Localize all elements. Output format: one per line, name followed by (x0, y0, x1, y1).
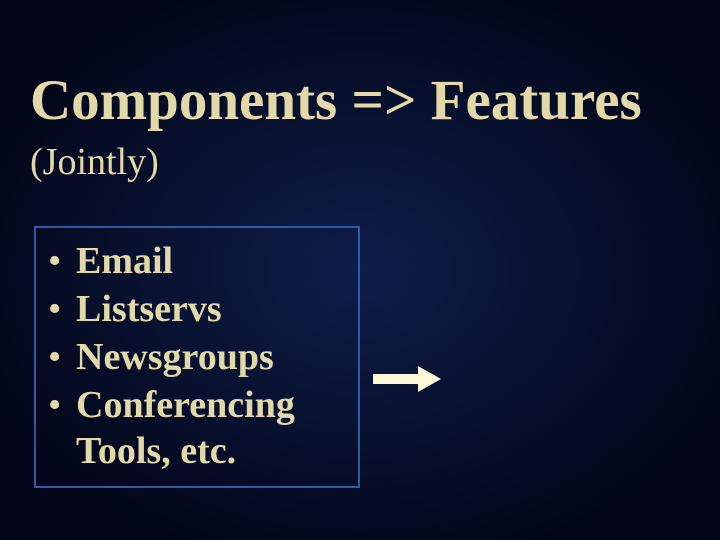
arrow-right-icon (373, 364, 443, 394)
slide-subtitle: (Jointly) (30, 140, 159, 184)
bullet-icon: • (42, 382, 76, 428)
list-item: • Newsgroups (42, 334, 352, 380)
list-item: • Email (42, 238, 352, 284)
slide: Components => Features (Jointly) • Email… (0, 0, 720, 540)
list-item-label: Email (76, 238, 173, 284)
bullet-icon: • (42, 286, 76, 332)
list-item-label: Newsgroups (76, 334, 274, 380)
slide-title: Components => Features (30, 68, 642, 133)
bullet-icon: • (42, 238, 76, 284)
list-item: • Conferencing Tools, etc. (42, 382, 352, 474)
list-box: • Email • Listservs • Newsgroups • Confe… (34, 226, 360, 488)
list-item-label: Listservs (76, 286, 222, 332)
bullet-icon: • (42, 334, 76, 380)
list-item-label: Conferencing Tools, etc. (76, 382, 352, 474)
list-item: • Listservs (42, 286, 352, 332)
